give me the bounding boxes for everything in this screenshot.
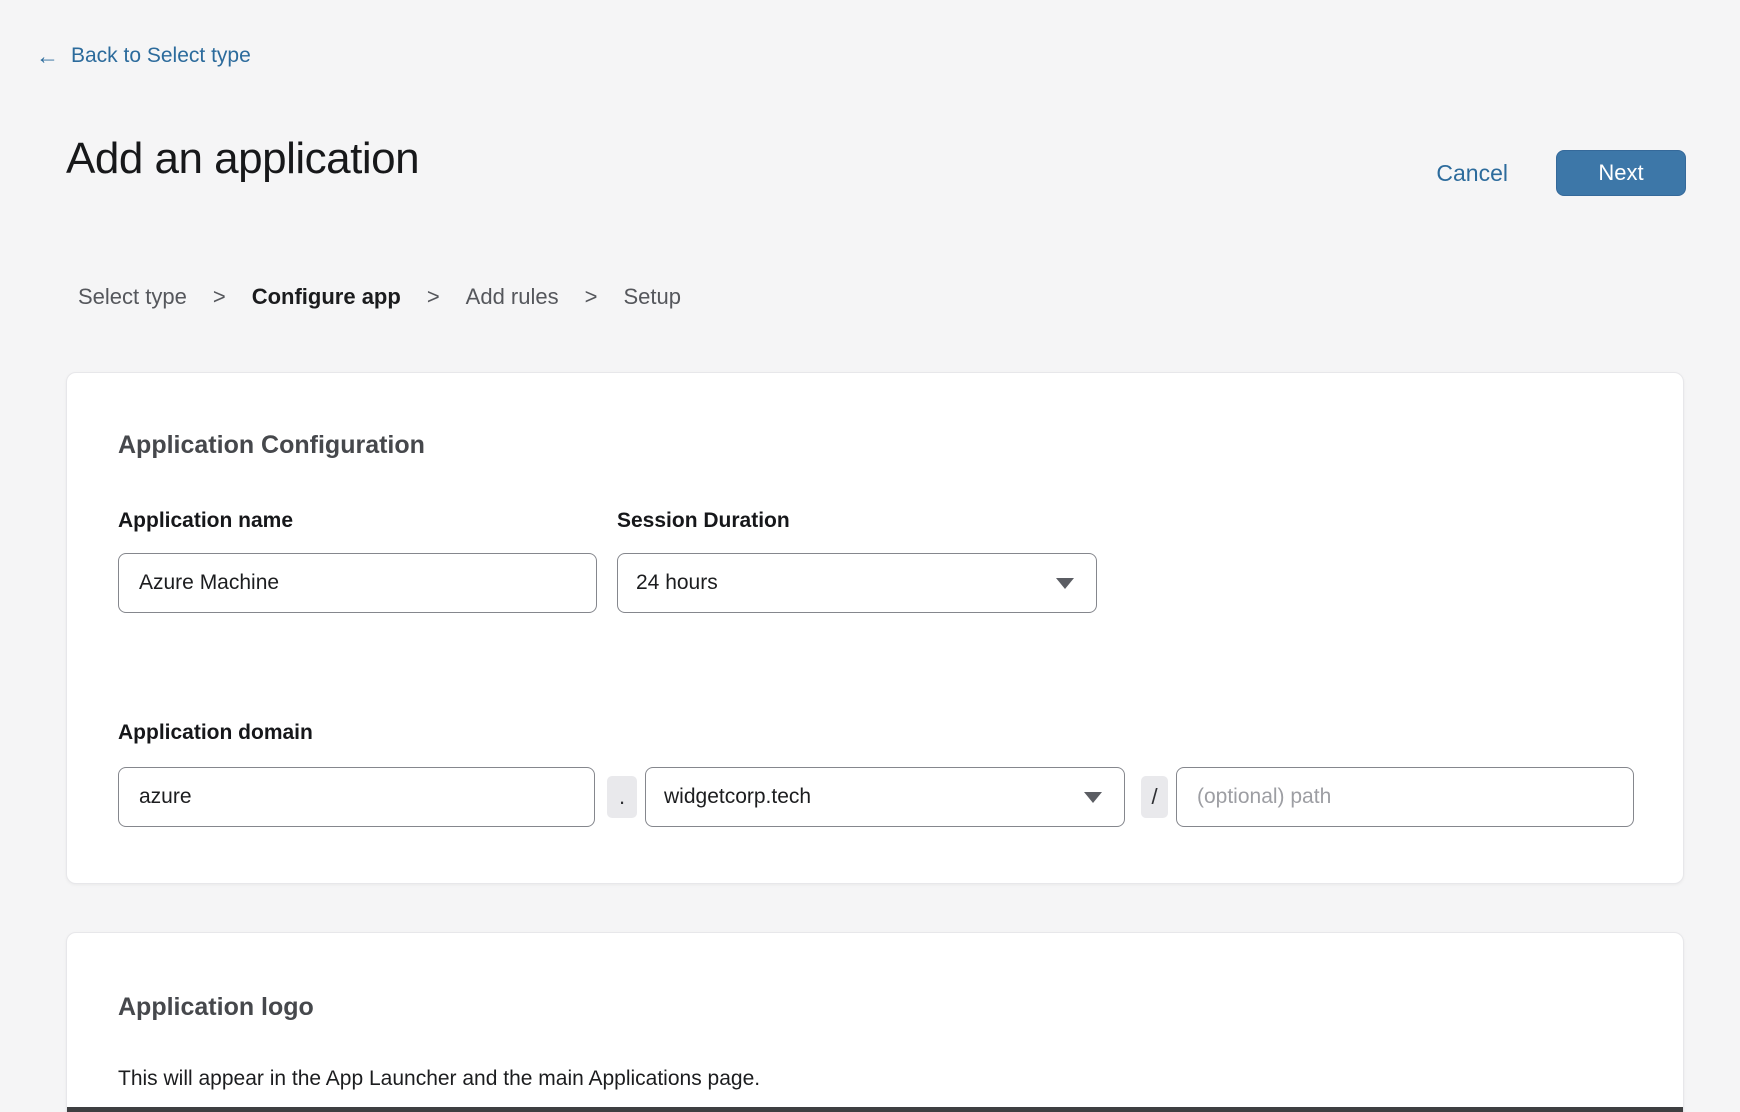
step-select-type: Select type bbox=[78, 284, 187, 310]
step-add-rules: Add rules bbox=[466, 284, 559, 310]
dot-separator: . bbox=[607, 776, 637, 818]
application-logo-description: This will appear in the App Launcher and… bbox=[118, 1067, 760, 1091]
cancel-button[interactable]: Cancel bbox=[1436, 160, 1508, 187]
back-link-label: Back to Select type bbox=[71, 44, 251, 68]
application-configuration-title: Application Configuration bbox=[118, 431, 425, 460]
application-domain-label: Application domain bbox=[118, 721, 313, 745]
page-title: Add an application bbox=[66, 134, 419, 184]
chevron-down-icon bbox=[1056, 578, 1074, 589]
step-separator-icon: > bbox=[585, 284, 598, 310]
header-actions: Cancel Next bbox=[1436, 150, 1686, 196]
step-separator-icon: > bbox=[427, 284, 440, 310]
wizard-steps: Select type > Configure app > Add rules … bbox=[78, 284, 681, 310]
step-setup: Setup bbox=[623, 284, 681, 310]
domain-select-value: widgetcorp.tech bbox=[664, 785, 811, 809]
application-name-input[interactable] bbox=[118, 553, 597, 613]
back-to-select-type-link[interactable]: ← Back to Select type bbox=[36, 44, 251, 68]
session-duration-label: Session Duration bbox=[617, 509, 790, 533]
back-arrow-icon: ← bbox=[36, 45, 59, 68]
add-application-page: ← Back to Select type Add an application… bbox=[0, 0, 1740, 1112]
session-duration-value: 24 hours bbox=[636, 571, 718, 595]
application-logo-card: Application logo This will appear in the… bbox=[66, 932, 1684, 1112]
application-logo-title: Application logo bbox=[118, 993, 314, 1022]
application-configuration-card: Application Configuration Application na… bbox=[66, 372, 1684, 884]
domain-select[interactable]: widgetcorp.tech bbox=[645, 767, 1125, 827]
session-duration-select[interactable]: 24 hours bbox=[617, 553, 1097, 613]
subdomain-input[interactable] bbox=[118, 767, 595, 827]
chevron-down-icon bbox=[1084, 792, 1102, 803]
application-name-label: Application name bbox=[118, 509, 293, 533]
path-input[interactable] bbox=[1176, 767, 1634, 827]
step-separator-icon: > bbox=[213, 284, 226, 310]
next-button[interactable]: Next bbox=[1556, 150, 1686, 196]
step-configure-app: Configure app bbox=[252, 284, 401, 310]
slash-separator: / bbox=[1141, 776, 1168, 818]
clipped-bottom-element bbox=[67, 1107, 1683, 1112]
